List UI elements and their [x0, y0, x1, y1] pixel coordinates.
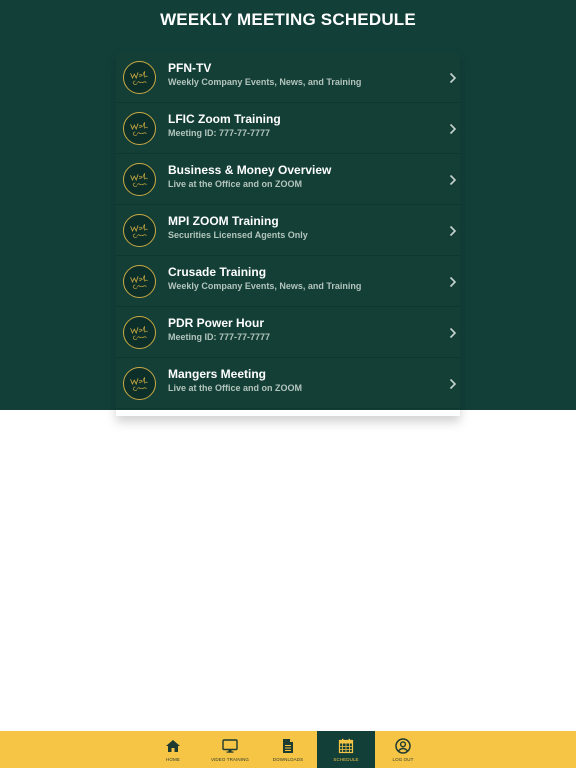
meeting-title: MPI ZOOM Training: [168, 214, 279, 228]
meeting-list: PFN-TV Weekly Company Events, News, and …: [116, 52, 460, 416]
chevron-right-icon: [449, 327, 457, 339]
tab-home[interactable]: HOME: [144, 731, 202, 768]
chevron-right-icon: [449, 174, 457, 186]
chevron-right-icon: [449, 225, 457, 237]
wealth-logo-icon: [123, 214, 156, 247]
meeting-row-pfn-tv[interactable]: PFN-TV Weekly Company Events, News, and …: [116, 52, 460, 103]
meeting-title: Mangers Meeting: [168, 367, 267, 381]
calendar-icon: [338, 738, 354, 754]
meeting-title: PDR Power Hour: [168, 316, 265, 330]
meeting-row-mpi-zoom-training[interactable]: MPI ZOOM Training Securities Licensed Ag…: [116, 205, 460, 256]
chevron-right-icon: [449, 72, 457, 84]
meeting-subtitle: Live at the Office and on ZOOM: [168, 383, 303, 393]
meeting-row-lfic-zoom-training[interactable]: LFIC Zoom Training Meeting ID: 777-77-77…: [116, 103, 460, 154]
tab-video-training[interactable]: VIDEO TRAINING: [201, 731, 259, 768]
wealth-logo-icon: [123, 61, 156, 94]
tab-label: HOME: [166, 757, 180, 762]
tab-label: LOG OUT: [392, 757, 414, 762]
meeting-subtitle: Weekly Company Events, News, and Trainin…: [168, 281, 362, 291]
tab-log-out[interactable]: LOG OUT: [374, 731, 432, 768]
meeting-title: LFIC Zoom Training: [168, 112, 281, 126]
tab-label: VIDEO TRAINING: [210, 757, 250, 762]
meeting-subtitle: Weekly Company Events, News, and Trainin…: [168, 77, 362, 87]
chevron-right-icon: [449, 378, 457, 390]
page-title: WEEKLY MEETING SCHEDULE: [160, 10, 416, 29]
meeting-subtitle: Securities Licensed Agents Only: [168, 230, 308, 240]
meeting-row-business-money-overview[interactable]: Business & Money Overview Live at the Of…: [116, 154, 460, 205]
tab-label: SCHEDULE: [333, 757, 359, 762]
meeting-title: Business & Money Overview: [168, 163, 332, 177]
meeting-subtitle: Meeting ID: 777-77-7777: [168, 332, 271, 342]
meeting-row-pdr-power-hour[interactable]: PDR Power Hour Meeting ID: 777-77-7777: [116, 307, 460, 358]
meeting-title: PFN-TV: [168, 61, 212, 75]
document-icon: [280, 738, 296, 754]
meeting-row-crusade-training[interactable]: Crusade Training Weekly Company Events, …: [116, 256, 460, 307]
meeting-subtitle: Meeting ID: 777-77-7777: [168, 128, 271, 138]
chevron-right-icon: [449, 276, 457, 288]
wealth-logo-icon: [123, 367, 156, 400]
wealth-logo-icon: [123, 163, 156, 196]
user-circle-icon: [395, 738, 411, 754]
bottom-tab-bar: HOME VIDEO TRAINING DOWNLOADS SCHEDULE L…: [0, 731, 576, 768]
meeting-title: Crusade Training: [168, 265, 267, 279]
monitor-icon: [222, 738, 238, 754]
meeting-subtitle: Live at the Office and on ZOOM: [168, 179, 303, 189]
wealth-logo-icon: [123, 112, 156, 145]
wealth-logo-icon: [123, 316, 156, 349]
meeting-row-mangers-meeting[interactable]: Mangers Meeting Live at the Office and o…: [116, 358, 460, 409]
tab-label: DOWNLOADS: [272, 757, 304, 762]
tab-schedule[interactable]: SCHEDULE: [317, 731, 375, 768]
tab-downloads[interactable]: DOWNLOADS: [259, 731, 317, 768]
wealth-logo-icon: [123, 265, 156, 298]
chevron-right-icon: [449, 123, 457, 135]
home-icon: [165, 738, 181, 754]
